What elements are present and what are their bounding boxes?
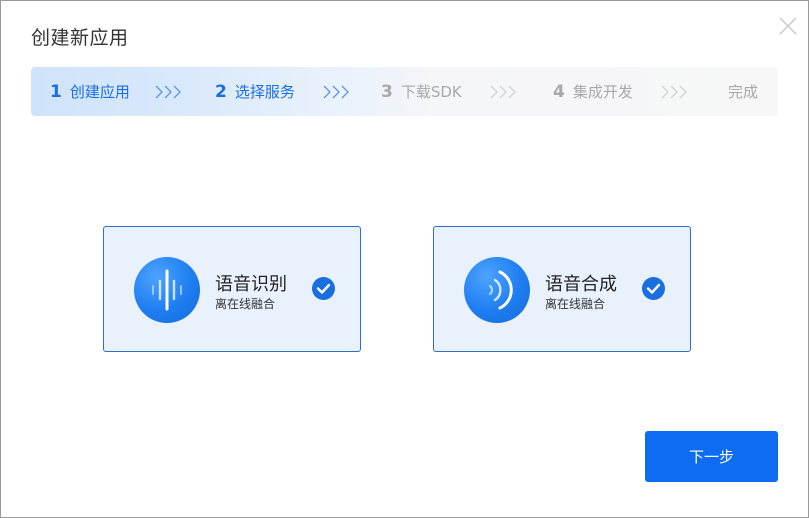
chevrons-icon: [661, 85, 687, 99]
step-select-service[interactable]: 2 选择服务: [215, 67, 295, 116]
service-name: 语音合成: [545, 274, 617, 295]
service-subtitle: 离在线融合: [545, 297, 606, 311]
step-number: 4: [553, 81, 565, 102]
next-step-button[interactable]: 下一步: [645, 431, 778, 482]
speaker-wave-icon: [464, 257, 530, 323]
create-app-dialog: 创建新应用 1 创建应用 2 选择服务 3 下载SDK 4 集成开发 完成 语音…: [0, 0, 809, 518]
chevrons-icon: [490, 85, 516, 99]
chevrons-icon: [323, 85, 349, 99]
service-subtitle: 离在线融合: [215, 297, 276, 311]
step-label: 创建应用: [69, 83, 130, 101]
close-icon[interactable]: [778, 16, 798, 36]
chevrons-icon: [155, 85, 181, 99]
service-name: 语音识别: [215, 274, 287, 295]
step-label: 完成: [728, 83, 759, 101]
step-download-sdk[interactable]: 3 下载SDK: [381, 67, 462, 116]
step-number: 3: [381, 81, 393, 102]
step-number: 2: [215, 81, 227, 102]
step-integrate-dev[interactable]: 4 集成开发: [553, 67, 633, 116]
step-label: 集成开发: [572, 83, 633, 101]
check-icon[interactable]: [312, 277, 335, 300]
sound-wave-icon: [134, 257, 200, 323]
check-icon[interactable]: [642, 277, 665, 300]
step-progress-bar: 1 创建应用 2 选择服务 3 下载SDK 4 集成开发 完成: [31, 67, 778, 116]
step-label: 选择服务: [234, 83, 295, 101]
step-number: 1: [50, 81, 62, 102]
service-card-speech-recognition[interactable]: 语音识别 离在线融合: [103, 226, 361, 352]
service-card-speech-synthesis[interactable]: 语音合成 离在线融合: [433, 226, 691, 352]
step-complete[interactable]: 完成: [728, 67, 758, 116]
dialog-title: 创建新应用: [31, 27, 129, 49]
step-label: 下载SDK: [400, 83, 462, 101]
step-create-app[interactable]: 1 创建应用: [50, 67, 130, 116]
